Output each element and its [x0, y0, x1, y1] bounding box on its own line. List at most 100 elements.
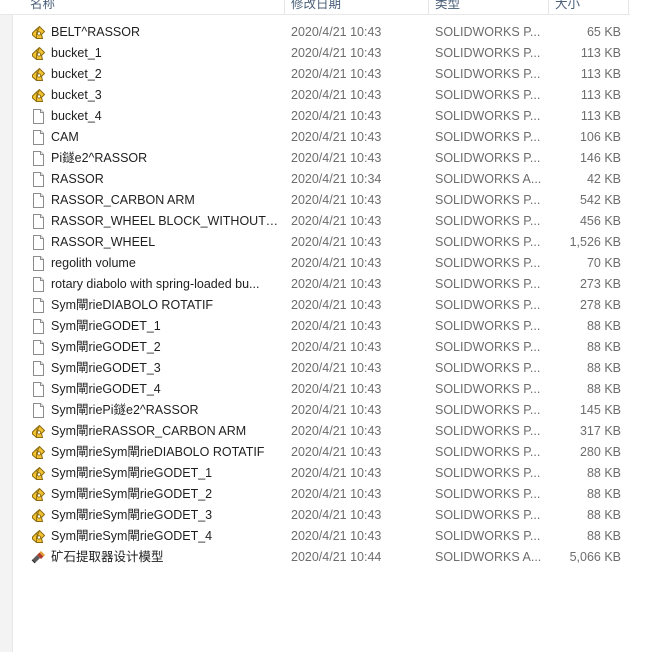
file-name: RASSOR_CARBON ARM — [51, 193, 195, 207]
file-row[interactable]: bucket_1 2020/4/21 10:43 SOLIDWORKS P... 11… — [0, 43, 630, 64]
file-type: SOLIDWORKS P... — [435, 529, 541, 543]
file-name: Sym閘rieGODET_1 — [51, 319, 161, 333]
file-date-modified: 2020/4/21 10:43 — [291, 298, 382, 312]
file-row[interactable]: Sym閘rieSym閘rieGODET_4 2020/4/21 10:43 SOLI… — [0, 526, 630, 547]
file-size: 1,526 KB — [569, 235, 621, 249]
file-name: Sym閘rieSym閘rieGODET_3 — [51, 508, 213, 522]
file-name: Sym閘rieDIABOLO ROTATIF — [51, 298, 214, 312]
file-date-modified: 2020/4/21 10:43 — [291, 361, 382, 375]
solidworks-part-icon — [30, 87, 47, 104]
file-row[interactable]: RASSOR_WHEEL 2020/4/21 10:43 SOLIDWORKS P.… — [0, 232, 630, 253]
file-row[interactable]: 矿石提取器设计模型 2020/4/21 10:44 SOLIDWORKS A... 5… — [0, 547, 630, 568]
file-size: 88 KB — [586, 466, 621, 480]
file-icon — [30, 297, 47, 314]
file-row[interactable]: Sym閘rieSym閘rieGODET_1 2020/4/21 10:43 SOLI… — [0, 463, 630, 484]
file-row[interactable]: Sym閘rieGODET_3 2020/4/21 10:43 SOLIDWORKS … — [0, 358, 630, 379]
file-row[interactable]: bucket_2 2020/4/21 10:43 SOLIDWORKS P... 11… — [0, 64, 630, 85]
file-date-modified: 2020/4/21 10:43 — [291, 508, 382, 522]
file-row[interactable]: Sym閘rieGODET_1 2020/4/21 10:43 SOLIDWORKS … — [0, 316, 630, 337]
file-type: SOLIDWORKS P... — [435, 361, 541, 375]
solidworks-part-icon — [30, 423, 47, 440]
file-name: RASSOR_WHEEL — [51, 235, 156, 249]
file-row[interactable]: bucket_3 2020/4/21 10:43 SOLIDWORKS P... 11… — [0, 85, 630, 106]
file-icon — [30, 129, 47, 146]
file-size: 65 KB — [586, 25, 621, 39]
column-divider[interactable] — [548, 0, 549, 14]
file-row[interactable]: BELT^RASSOR 2020/4/21 10:43 SOLIDWORKS P..… — [0, 22, 630, 43]
column-header-name[interactable]: 名称 — [30, 0, 55, 14]
file-type: SOLIDWORKS P... — [435, 235, 541, 249]
column-divider[interactable] — [628, 0, 629, 14]
file-date-modified: 2020/4/21 10:43 — [291, 67, 382, 81]
file-icon — [30, 381, 47, 398]
file-icon — [30, 213, 47, 230]
file-type: SOLIDWORKS P... — [435, 256, 541, 270]
column-header-size[interactable]: 大小 — [555, 0, 580, 14]
file-icon — [30, 150, 47, 167]
file-icon — [30, 192, 47, 209]
file-icon — [30, 360, 47, 377]
file-name: Sym閘rieGODET_3 — [51, 361, 161, 375]
solidworks-assembly-icon — [30, 549, 47, 566]
file-row[interactable]: RASSOR_WHEEL BLOCK_WITHOUT W... 2020/4/21… — [0, 211, 630, 232]
column-divider[interactable] — [428, 0, 429, 14]
file-row[interactable]: bucket_4 2020/4/21 10:43 SOLIDWORKS P... 11… — [0, 106, 630, 127]
file-type: SOLIDWORKS P... — [435, 403, 541, 417]
file-type: SOLIDWORKS P... — [435, 487, 541, 501]
file-type: SOLIDWORKS A... — [435, 172, 542, 186]
file-name: Sym閘rieSym閘rieDIABOLO ROTATIF — [51, 445, 265, 459]
solidworks-part-icon — [30, 507, 47, 524]
file-row[interactable]: Sym閘rieSym閘rieGODET_3 2020/4/21 10:43 SOLI… — [0, 505, 630, 526]
column-divider[interactable] — [284, 0, 285, 14]
file-type: SOLIDWORKS P... — [435, 46, 541, 60]
file-name: CAM — [51, 130, 79, 144]
file-date-modified: 2020/4/21 10:43 — [291, 445, 382, 459]
file-icon — [30, 171, 47, 188]
file-size: 278 KB — [579, 298, 621, 312]
file-date-modified: 2020/4/21 10:43 — [291, 466, 382, 480]
file-size: 113 KB — [580, 67, 621, 81]
file-row[interactable]: rotary diabolo with spring-loaded bu... 2… — [0, 274, 630, 295]
file-name: bucket_3 — [51, 88, 102, 102]
file-name: RASSOR_WHEEL BLOCK_WITHOUT W... — [51, 214, 281, 228]
file-row[interactable]: regolith volume 2020/4/21 10:43 SOLIDWORKS… — [0, 253, 630, 274]
file-name: rotary diabolo with spring-loaded bu... — [51, 277, 260, 291]
file-type: SOLIDWORKS P... — [435, 340, 541, 354]
file-row[interactable]: Sym閘rieRASSOR_CARBON ARM 2020/4/21 10:43 S… — [0, 421, 630, 442]
file-row[interactable]: Sym閘rieDIABOLO ROTATIF 2020/4/21 10:43 SOL… — [0, 295, 630, 316]
file-size: 42 KB — [586, 172, 621, 186]
file-row[interactable]: RASSOR 2020/4/21 10:34 SOLIDWORKS A... 42 K… — [0, 169, 630, 190]
file-date-modified: 2020/4/21 10:43 — [291, 214, 382, 228]
file-name: Sym閘rieGODET_2 — [51, 340, 161, 354]
file-icon — [30, 108, 47, 125]
file-size: 317 KB — [579, 424, 621, 438]
file-date-modified: 2020/4/21 10:43 — [291, 193, 382, 207]
file-size: 88 KB — [586, 382, 621, 396]
column-header-date[interactable]: 修改日期 — [291, 0, 341, 14]
solidworks-part-icon — [30, 45, 47, 62]
file-row[interactable]: Sym閘rieSym閘rieGODET_2 2020/4/21 10:43 SOLI… — [0, 484, 630, 505]
column-header-type[interactable]: 类型 — [435, 0, 460, 14]
file-name: bucket_2 — [51, 67, 102, 81]
file-size: 145 KB — [579, 403, 621, 417]
file-date-modified: 2020/4/21 10:43 — [291, 256, 382, 270]
file-size: 88 KB — [586, 487, 621, 501]
file-list: BELT^RASSOR 2020/4/21 10:43 SOLIDWORKS P..… — [0, 22, 630, 568]
file-row[interactable]: Sym閘rieSym閘rieDIABOLO ROTATIF 2020/4/21 1… — [0, 442, 630, 463]
file-name: RASSOR — [51, 172, 104, 186]
file-row[interactable]: Pi鐩e2^RASSOR 2020/4/21 10:43 SOLIDWORKS P.… — [0, 148, 630, 169]
file-icon — [30, 276, 47, 293]
solidworks-part-icon — [30, 444, 47, 461]
file-row[interactable]: RASSOR_CARBON ARM 2020/4/21 10:43 SOLIDWOR… — [0, 190, 630, 211]
file-name: regolith volume — [51, 256, 136, 270]
file-size: 542 KB — [579, 193, 621, 207]
file-type: SOLIDWORKS P... — [435, 298, 541, 312]
file-row[interactable]: Sym閘rieGODET_4 2020/4/21 10:43 SOLIDWORKS … — [0, 379, 630, 400]
solidworks-part-icon — [30, 465, 47, 482]
solidworks-part-icon — [30, 486, 47, 503]
file-date-modified: 2020/4/21 10:43 — [291, 403, 382, 417]
file-row[interactable]: Sym閘riePi鐩e2^RASSOR 2020/4/21 10:43 SOLIDW… — [0, 400, 630, 421]
file-row[interactable]: CAM 2020/4/21 10:43 SOLIDWORKS P... 106 KB — [0, 127, 630, 148]
file-row[interactable]: Sym閘rieGODET_2 2020/4/21 10:43 SOLIDWORKS … — [0, 337, 630, 358]
file-size: 88 KB — [586, 361, 621, 375]
